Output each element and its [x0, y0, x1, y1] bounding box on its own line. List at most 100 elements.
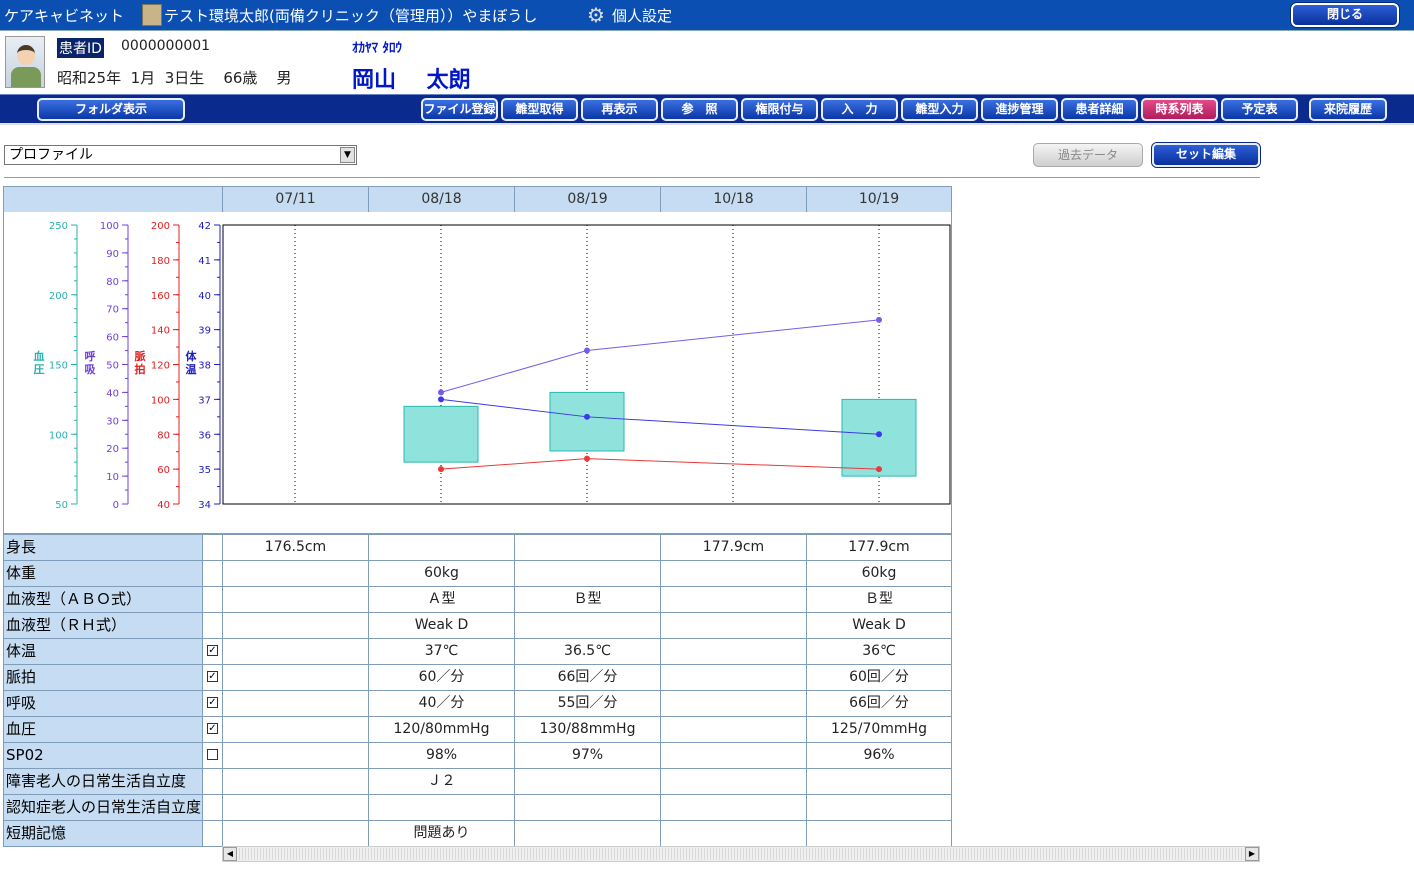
nav-timeline[interactable]: 時系列表 [1141, 98, 1218, 121]
row-label: 体重 [3, 560, 203, 587]
tick-label: 160 [151, 291, 170, 302]
row-value [660, 716, 807, 743]
axis-label: 温 [186, 362, 197, 376]
series-point [876, 316, 882, 323]
date-header: 08/18 [368, 186, 515, 213]
tick-label: 10 [106, 472, 119, 483]
row-label: 血圧 [3, 716, 203, 743]
row-value: 177.9cm [806, 534, 952, 561]
row-value [806, 768, 952, 795]
plot-frame [222, 224, 951, 505]
axis-label: 血 [34, 349, 45, 363]
axis-label: 圧 [34, 363, 45, 376]
row-value: 55回／分 [514, 690, 661, 717]
scroll-track[interactable] [239, 848, 1243, 860]
bp-box [403, 405, 479, 463]
tick-label: 140 [151, 326, 170, 337]
tick-label: 100 [49, 430, 68, 441]
row-checkbox-cell: ✓ [202, 638, 223, 665]
header-corner [3, 186, 223, 213]
row-checkbox-cell [202, 768, 223, 795]
horizontal-scrollbar[interactable]: ◀ ▶ [222, 846, 1260, 862]
nav-input[interactable]: 入 力 [821, 98, 898, 121]
row-value [660, 768, 807, 795]
row-label: 血液型（ＲＨ式） [3, 612, 203, 639]
scroll-left-icon[interactable]: ◀ [223, 847, 237, 861]
row-value: Ｂ型 [514, 586, 661, 613]
row-value: 176.5cm [222, 534, 369, 561]
row-value [222, 638, 369, 665]
nav-progress[interactable]: 進捗管理 [981, 98, 1058, 121]
row-checkbox[interactable]: ✓ [207, 697, 218, 708]
row-checkbox-cell: ✓ [202, 716, 223, 743]
row-value: 36℃ [806, 638, 952, 665]
patient-name-kana: ｵｶﾔﾏ ﾀﾛｳ [352, 41, 403, 56]
date-header: 08/19 [514, 186, 661, 213]
axis-label: 体 [186, 349, 198, 363]
row-checkbox[interactable]: ✓ [207, 645, 218, 656]
tick-label: 150 [49, 361, 68, 372]
tick-label: 39 [198, 326, 211, 337]
row-value [660, 690, 807, 717]
settings-link[interactable]: 個人設定 [612, 5, 672, 26]
tick-label: 80 [157, 430, 170, 441]
tick-label: 36 [198, 430, 211, 441]
row-value [806, 794, 952, 821]
row-value: Weak D [806, 612, 952, 639]
tick-label: 50 [55, 500, 68, 511]
row-value [222, 716, 369, 743]
user-avatar-icon [142, 4, 162, 26]
row-value [222, 768, 369, 795]
nav-file-register[interactable]: ファイル登録 [421, 98, 498, 121]
row-value [222, 820, 369, 847]
tick-label: 90 [106, 249, 119, 260]
gear-icon[interactable]: ⚙ [585, 4, 607, 26]
tick-label: 180 [151, 256, 170, 267]
row-value: 125/70mmHg [806, 716, 952, 743]
nav-patient-detail[interactable]: 患者詳細 [1061, 98, 1138, 121]
tick-label: 38 [198, 361, 211, 372]
tick-label: 40 [198, 291, 211, 302]
close-button[interactable]: 閉じる [1291, 3, 1399, 27]
folder-view-button[interactable]: フォルダ表示 [37, 98, 185, 121]
nav-visit-history[interactable]: 来院履歴 [1309, 98, 1387, 121]
row-value: 60kg [368, 560, 515, 587]
nav-schedule[interactable]: 予定表 [1221, 98, 1298, 121]
nav-template-get[interactable]: 雛型取得 [501, 98, 578, 121]
row-checkbox[interactable]: ✓ [207, 671, 218, 682]
row-checkbox[interactable]: ✓ [207, 723, 218, 734]
row-checkbox-cell [202, 560, 223, 587]
date-header: 10/18 [660, 186, 807, 213]
row-value [660, 586, 807, 613]
tick-label: 37 [198, 395, 211, 406]
row-checkbox-cell [202, 534, 223, 561]
nav-redisplay[interactable]: 再表示 [581, 98, 658, 121]
chevron-down-icon[interactable]: ▼ [340, 147, 355, 163]
profile-select[interactable]: プロファイル ▼ [4, 145, 357, 165]
patient-name: 岡山 太朗 [352, 68, 471, 93]
nav-reference[interactable]: 参 照 [661, 98, 738, 121]
row-value [660, 560, 807, 587]
row-value: 40／分 [368, 690, 515, 717]
tick-label: 80 [106, 277, 119, 288]
tick-label: 60 [106, 333, 119, 344]
set-edit-button[interactable]: セット編集 [1152, 143, 1260, 167]
past-data-button[interactable]: 過去データ [1033, 143, 1143, 167]
axis-label: 呼 [85, 349, 96, 363]
tick-label: 30 [106, 416, 119, 427]
divider [4, 177, 1260, 178]
vitals-chart: 50 100 150 200 250 血圧 0 10 20 30 40 50 60 70 80 90 100 呼吸… [34, 221, 951, 511]
nav-template-input[interactable]: 雛型入力 [901, 98, 978, 121]
bp-box [841, 398, 917, 477]
tick-label: 42 [198, 221, 211, 232]
row-label: 血液型（ＡＢＯ式） [3, 586, 203, 613]
series-point [876, 431, 882, 438]
scroll-right-icon[interactable]: ▶ [1245, 847, 1259, 861]
row-value: Ａ型 [368, 586, 515, 613]
row-checkbox[interactable] [207, 749, 218, 760]
row-value: 60kg [806, 560, 952, 587]
row-value [222, 612, 369, 639]
row-value [514, 820, 661, 847]
row-value [514, 612, 661, 639]
nav-permission[interactable]: 権限付与 [741, 98, 818, 121]
